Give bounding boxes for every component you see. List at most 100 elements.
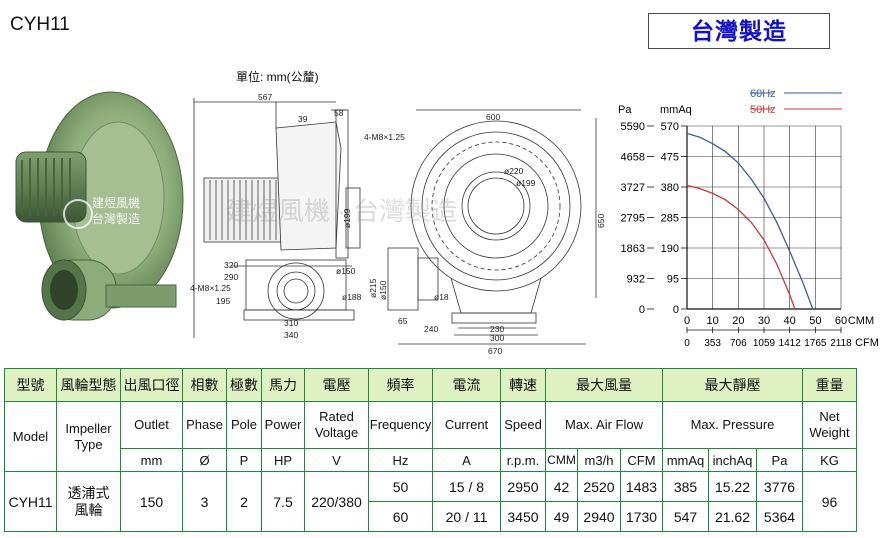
hdr-current-en: Current [432, 401, 501, 449]
hdr-pressure-zh: 最大靜壓 [662, 368, 803, 402]
dim-side-flange: ø188 [342, 292, 362, 302]
y-tick-label-pa: 3727 [621, 182, 645, 194]
dim-height: 650 [596, 214, 606, 228]
watermark-brand: 建煜風機 [92, 195, 140, 210]
cell-current-50: 15 / 8 [432, 471, 501, 502]
dim-front-bolts: 4-M8×1.25 [364, 132, 405, 142]
unit-mm: mm [120, 448, 183, 472]
model-title: CYH11 [10, 14, 70, 35]
y-tick-label-pa: 932 [627, 274, 645, 286]
y-tick-label-pa: 4658 [621, 152, 645, 164]
unit-label: 單位: mm(公釐) [236, 70, 319, 84]
cell-cmm-60: 49 [545, 501, 578, 532]
x-unit-cfm: CFM [855, 337, 879, 349]
x-tick-label-cmm: 50 [809, 315, 821, 327]
dim-58: 58 [334, 108, 344, 118]
cell-cfm-60: 1730 [620, 501, 663, 532]
hdr-pole-zh: 極數 [226, 368, 262, 402]
unit-cfm: CFM [620, 448, 663, 472]
hdr-voltage-en: Rated Voltage [304, 401, 369, 449]
y-tick-label-pa: 5590 [621, 121, 645, 133]
cell-current-60: 20 / 11 [432, 501, 501, 532]
cell-speed-60: 3450 [500, 501, 546, 532]
hdr-speed-en: Speed [500, 401, 546, 449]
x-tick-label-cmm: 40 [784, 315, 796, 327]
hdr-frequency-en: Frequency [368, 401, 433, 449]
unit-inchaq: inchAq [708, 448, 757, 472]
series-line-50hz [686, 184, 796, 310]
hdr-model-zh: 型號 [4, 368, 57, 402]
hdr-power-en: Power [261, 401, 305, 449]
watermark-drawing: 建煜風機 · 台灣製造 [226, 196, 457, 226]
dim-310: 310 [284, 318, 298, 328]
cell-weight: 96 [802, 471, 857, 532]
y-tick-label-mmaq: 190 [661, 243, 679, 255]
dim-320: 320 [224, 260, 238, 270]
spec-table: 型號 風輪型態 出風口徑 相數 極數 馬力 電壓 頻率 電流 轉速 最大風量 最… [4, 368, 857, 532]
x-tick-label-cmm: 20 [732, 315, 744, 327]
x-tick-label-cmm: 0 [684, 315, 690, 327]
made-in-taiwan-badge: 台灣製造 [648, 13, 830, 49]
x-tick-label-cfm: 1412 [779, 338, 802, 349]
unit-a: A [432, 448, 501, 472]
cell-impeller: 透浦式 風輪 [56, 471, 121, 532]
hdr-weight-zh: 重量 [802, 368, 857, 402]
dimension-drawing: 567 39 58 ø199 320 290 4-M8×1.25 195 ø15… [190, 92, 606, 356]
unit-pa: Pa [756, 448, 803, 472]
cell-model: CYH11 [4, 471, 57, 532]
hdr-impeller-zh: 風輪型態 [56, 368, 121, 402]
legend-50hz: 50Hz [750, 104, 776, 116]
dim-39: 39 [298, 114, 308, 124]
cell-phase: 3 [182, 471, 227, 532]
dim-340: 340 [284, 330, 298, 340]
hdr-outlet-zh: 出風口徑 [120, 368, 183, 402]
dim-side-length: 567 [258, 92, 272, 102]
y-tick-label-mmaq: 0 [673, 304, 679, 316]
unit-hz: Hz [368, 448, 433, 472]
unit-rpm: r.p.m. [500, 448, 546, 472]
x-unit-cmm: CMM [848, 315, 874, 327]
cell-cmm-50: 42 [545, 471, 578, 502]
y-left-unit: Pa [618, 104, 632, 116]
hdr-airflow-en: Max. Air Flow [545, 401, 663, 449]
x-tick-label-cfm: 1765 [804, 338, 827, 349]
dim-side-outlet: ø150 [336, 266, 356, 276]
cell-speed-50: 2950 [500, 471, 546, 502]
unit-hp: HP [261, 448, 305, 472]
hdr-weight-en: Net Weight [802, 401, 857, 449]
hdr-pressure-en: Max. Pressure [662, 401, 803, 449]
y-mmaq-unit: mmAq [660, 104, 692, 116]
y-tick-label-mmaq: 570 [661, 121, 679, 133]
dim-240: 240 [424, 324, 438, 334]
unit-m3h: m3/h [577, 448, 621, 472]
cell-pa-50: 3776 [756, 471, 803, 502]
dim-195: 195 [216, 296, 230, 306]
cell-outlet: 150 [120, 471, 183, 532]
x-tick-label-cmm: 10 [707, 315, 719, 327]
dim-width: 600 [486, 112, 500, 122]
dim-front-150: ø150 [378, 280, 388, 300]
cell-m3h-60: 2940 [577, 501, 621, 532]
unit-pole: P [226, 448, 262, 472]
dim-290: 290 [224, 272, 238, 282]
performance-curve-chart: 60Hz 50Hz Pa mmAq 570 5590 475 4658 380 3727 2… [618, 88, 879, 349]
x-tick-label-cfm: 353 [704, 338, 721, 349]
cell-cfm-50: 1483 [620, 471, 663, 502]
hdr-phase-en: Phase [182, 401, 227, 449]
x-tick-label-cfm: 0 [684, 338, 690, 349]
cell-voltage: 220/380 [304, 471, 369, 532]
dim-65: 65 [398, 316, 408, 326]
y-tick-label-mmaq: 95 [667, 274, 679, 286]
dim-front-18: ø18 [434, 292, 449, 302]
unit-cmm: CMM [545, 448, 578, 472]
dim-front-220: ø220 [504, 166, 524, 176]
dim-300: 300 [490, 333, 504, 343]
cell-pa-60: 5364 [756, 501, 803, 532]
x-tick-label-cmm: 30 [758, 315, 770, 327]
dim-670: 670 [488, 346, 502, 356]
cell-m3h-50: 2520 [577, 471, 621, 502]
blower-photo: 建煜風機 台灣製造 [15, 91, 184, 321]
y-tick-label-pa: 1863 [621, 243, 645, 255]
hdr-frequency-zh: 頻率 [368, 368, 433, 402]
hdr-speed-zh: 轉速 [500, 368, 546, 402]
